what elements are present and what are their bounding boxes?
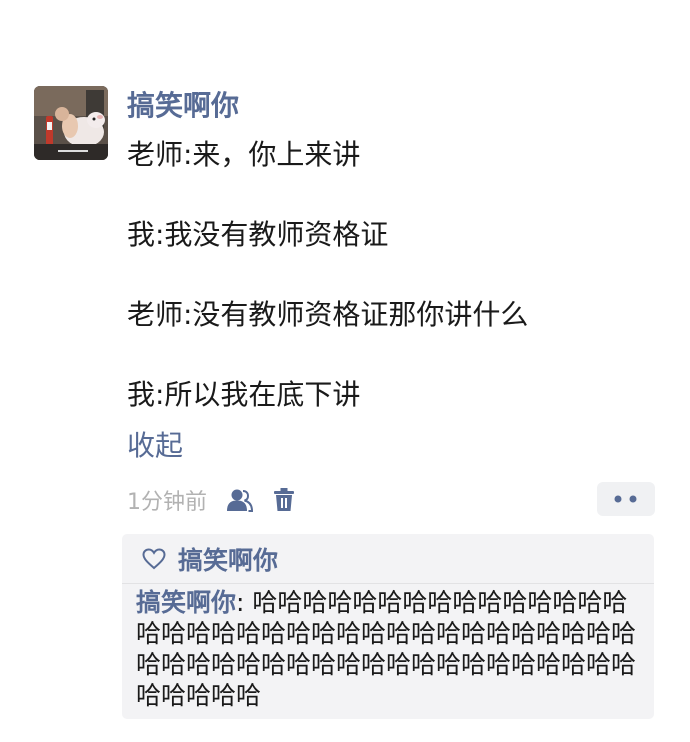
comment-item[interactable]: 搞笑啊你: 哈哈哈哈哈哈哈哈哈哈哈哈哈哈哈哈哈哈哈哈哈哈哈哈哈哈哈哈哈哈哈哈哈哈… [136, 587, 641, 711]
post-line: 老师:来，你上来讲 [127, 138, 361, 171]
post-line: 我:所以我在底下讲 [127, 378, 361, 411]
avatar[interactable] [34, 86, 108, 160]
trash-icon[interactable] [271, 485, 297, 515]
more-button[interactable] [597, 482, 655, 516]
post-content: 老师:来，你上来讲 我:我没有教师资格证 老师:没有教师资格证那你讲什么 我:所… [127, 135, 528, 455]
post-timestamp: 1分钟前 [127, 490, 207, 515]
likes-row: 搞笑啊你 [142, 540, 278, 578]
comment-separator: : [236, 588, 253, 617]
post-meta-row: 1分钟前 [127, 482, 297, 518]
divider [122, 583, 654, 584]
liker-name[interactable]: 搞笑啊你 [178, 541, 278, 577]
people-icon[interactable] [225, 485, 255, 515]
comment-author[interactable]: 搞笑啊你 [136, 588, 236, 617]
avatar-image [34, 86, 108, 160]
more-dots-icon [614, 495, 637, 503]
collapse-link[interactable]: 收起 [127, 426, 183, 466]
post-line: 老师:没有教师资格证那你讲什么 [127, 298, 529, 331]
likes-comments-panel: 搞笑啊你 搞笑啊你: 哈哈哈哈哈哈哈哈哈哈哈哈哈哈哈哈哈哈哈哈哈哈哈哈哈哈哈哈哈… [122, 534, 654, 719]
post-author-name[interactable]: 搞笑啊你 [127, 88, 239, 124]
post-line: 我:我没有教师资格证 [127, 218, 389, 251]
heart-icon [142, 548, 166, 570]
